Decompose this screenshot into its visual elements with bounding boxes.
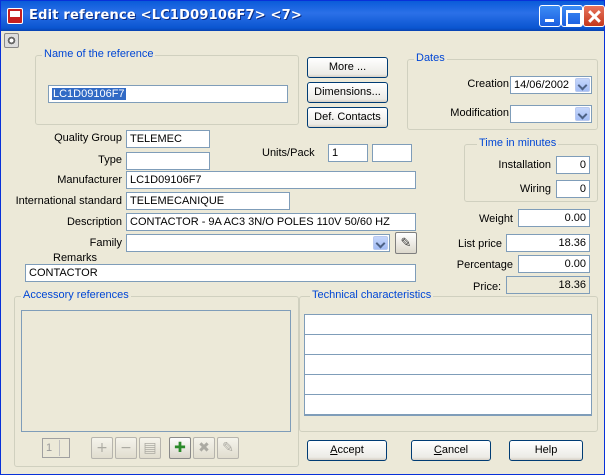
minimize-button[interactable] (539, 5, 561, 27)
maximize-button[interactable] (561, 5, 583, 27)
new-item-plus-icon: ✚ (174, 440, 186, 456)
reference-name-group-label: Name of the reference (42, 48, 156, 60)
weight-label: Weight (478, 213, 513, 225)
units-pack-field[interactable]: 1 (328, 144, 368, 162)
dates-group-label: Dates (414, 52, 447, 64)
technical-characteristics-label: Technical characteristics (310, 289, 434, 301)
remarks-field[interactable]: CONTACTOR (25, 264, 416, 282)
help-button[interactable]: Help (509, 440, 583, 461)
window-title: Edit reference <LC1D09106F7> <7> (29, 8, 302, 23)
more-button[interactable]: More ... (307, 57, 388, 78)
spin-arrows-icon[interactable] (59, 440, 68, 456)
table-row[interactable] (305, 335, 591, 355)
dimensions-button[interactable]: Dimensions... (307, 82, 388, 103)
manufacturer-label: Manufacturer (57, 174, 122, 186)
app-title-icon (7, 8, 23, 24)
chevron-down-icon[interactable] (373, 236, 388, 250)
add-accessory-button[interactable]: + (91, 437, 113, 459)
list-price-field[interactable]: 18.36 (506, 234, 590, 252)
table-row[interactable] (305, 355, 591, 375)
units-pack-field-secondary[interactable] (372, 144, 412, 162)
modification-label: Modification (450, 107, 509, 119)
accessory-references-list[interactable] (21, 310, 291, 432)
installation-time-field[interactable]: 0 (556, 156, 590, 174)
technical-characteristics-table[interactable] (304, 314, 592, 416)
remarks-label: Remarks (53, 252, 98, 264)
plus-icon: + (96, 440, 108, 456)
creation-label: Creation (467, 78, 509, 90)
description-label: Description (66, 216, 122, 228)
creation-date-select[interactable]: 14/06/2002 (510, 76, 592, 94)
delete-accessory-button[interactable]: ✖ (193, 437, 215, 459)
installation-label: Installation (498, 159, 551, 171)
edit-family-button[interactable]: ✎ (395, 232, 417, 254)
type-label: Type (98, 154, 122, 166)
chevron-down-icon[interactable] (575, 78, 590, 92)
accessory-references-label: Accessory references (21, 289, 131, 301)
clipboard-icon: ▤ (143, 440, 157, 456)
international-standard-field[interactable]: TELEMECANIQUE (126, 192, 290, 210)
price-value: 18.36 (506, 276, 590, 294)
quality-group-field[interactable]: TELEMEC (126, 130, 210, 148)
chevron-down-icon[interactable] (575, 107, 590, 121)
def-contacts-button[interactable]: Def. Contacts (307, 107, 388, 128)
gear-icon[interactable] (4, 33, 19, 48)
family-select[interactable] (126, 234, 390, 252)
wiring-time-field[interactable]: 0 (556, 180, 590, 198)
delete-x-icon: ✖ (198, 440, 210, 456)
pencil-icon: ✎ (400, 235, 412, 250)
type-field[interactable] (126, 152, 210, 170)
table-row[interactable] (305, 395, 591, 415)
edit-reference-window: Edit reference <LC1D09106F7> <7> Name of… (0, 0, 605, 475)
international-standard-label: International standard (15, 195, 122, 207)
cancel-button[interactable]: Cancel (411, 440, 491, 461)
edit-icon: ✎ (222, 440, 234, 456)
new-accessory-button[interactable]: ✚ (169, 437, 191, 459)
percentage-field[interactable]: 0.00 (518, 255, 590, 273)
percentage-label: Percentage (456, 259, 513, 271)
modification-date-select[interactable] (510, 105, 592, 123)
list-price-label: List price (458, 238, 503, 250)
table-row[interactable] (305, 315, 591, 335)
accessory-quantity-spinner[interactable]: 1 (42, 438, 70, 458)
title-bar[interactable]: Edit reference <LC1D09106F7> <7> (1, 1, 605, 31)
price-label: Price: (473, 281, 502, 293)
accept-button[interactable]: Accept (307, 440, 387, 461)
wiring-label: Wiring (519, 183, 551, 195)
manufacturer-field[interactable]: LC1D09106F7 (126, 171, 416, 189)
paste-accessory-button[interactable]: ▤ (139, 437, 161, 459)
quality-group-label: Quality Group (54, 132, 122, 144)
accessory-quantity-value: 1 (46, 442, 53, 454)
close-button[interactable] (583, 5, 605, 27)
weight-field[interactable]: 0.00 (518, 209, 590, 227)
family-label: Family (89, 237, 122, 249)
time-group-label: Time in minutes (477, 137, 559, 149)
table-row[interactable] (305, 375, 591, 395)
units-pack-label: Units/Pack (262, 147, 315, 159)
description-field[interactable]: CONTACTOR - 9A AC3 3N/O POLES 110V 50/60… (126, 213, 416, 231)
remove-accessory-button[interactable]: − (115, 437, 137, 459)
minus-icon: − (120, 440, 132, 456)
edit-accessory-button[interactable]: ✎ (217, 437, 239, 459)
reference-name-field[interactable]: LC1D09106F7 (48, 85, 288, 103)
